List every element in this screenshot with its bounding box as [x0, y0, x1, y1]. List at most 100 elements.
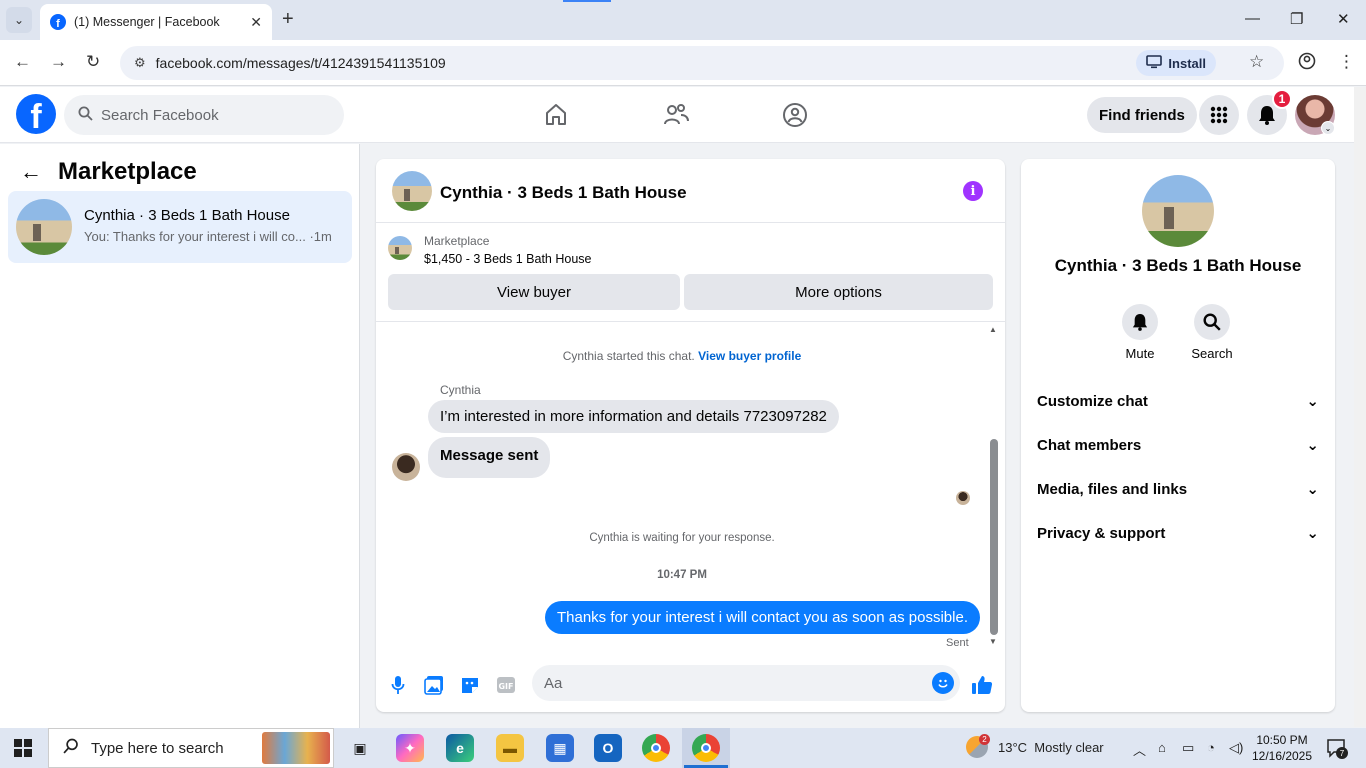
close-window-icon[interactable]: ✕: [1337, 10, 1350, 28]
search-in-conversation-button[interactable]: Search: [1182, 304, 1242, 361]
more-options-button[interactable]: More options: [684, 274, 993, 310]
incoming-message-bubble[interactable]: Message sent: [428, 437, 551, 478]
facebook-logo-icon[interactable]: f: [16, 94, 56, 134]
view-buyer-profile-link[interactable]: View buyer profile: [698, 349, 801, 363]
message-input[interactable]: Aa: [532, 665, 960, 701]
sticker-icon[interactable]: [458, 673, 482, 697]
search-label: Search: [1191, 346, 1233, 361]
sender-avatar[interactable]: [392, 453, 420, 481]
view-buyer-button[interactable]: View buyer: [388, 274, 680, 310]
seen-receipt-avatar: [956, 491, 970, 505]
groups-icon[interactable]: [781, 101, 809, 129]
listing-price-title: $1,450 - 3 Beds 1 Bath House: [424, 252, 592, 266]
menu-grid-icon[interactable]: [1199, 95, 1239, 135]
outlook-icon[interactable]: O: [594, 734, 622, 762]
volume-icon[interactable]: ◁): [1229, 740, 1243, 756]
minimize-window-icon[interactable]: —: [1245, 10, 1260, 27]
incoming-message-bubble[interactable]: I’m interested in more information and d…: [428, 400, 839, 433]
customize-chat-section[interactable]: Customize chat ⌄: [1037, 386, 1319, 416]
file-explorer-icon[interactable]: ▬: [496, 734, 524, 762]
message-input-placeholder: Aa: [544, 674, 563, 692]
media-files-links-section[interactable]: Media, files and links ⌄: [1037, 474, 1319, 504]
edge-browser-icon[interactable]: e: [446, 734, 474, 762]
svg-text:GIF: GIF: [498, 682, 513, 691]
chevron-down-icon[interactable]: ⌄: [1321, 121, 1335, 135]
listing-thumbnail: [16, 199, 72, 255]
outgoing-message-bubble[interactable]: Thanks for your interest i will contact …: [544, 601, 980, 634]
battery-icon[interactable]: ▭: [1182, 740, 1194, 756]
thumbs-up-icon[interactable]: [970, 673, 994, 697]
system-clock[interactable]: 10:50 PM 12/16/2025: [1250, 732, 1314, 764]
chat-started-notice: Cynthia started this chat. View buyer pr…: [376, 349, 988, 363]
facebook-search-input[interactable]: Search Facebook: [64, 95, 344, 135]
back-arrow-icon[interactable]: ←: [20, 159, 42, 185]
chat-listing-thumbnail[interactable]: [392, 171, 432, 211]
search-icon: [1194, 304, 1230, 340]
windows-start-icon[interactable]: [14, 739, 32, 757]
browser-tab-messenger[interactable]: f (1) Messenger | Facebook ✕: [40, 4, 272, 40]
friends-icon[interactable]: [662, 101, 690, 129]
find-friends-button[interactable]: Find friends: [1087, 97, 1197, 133]
forward-arrow-icon[interactable]: →: [50, 52, 67, 72]
info-icon[interactable]: i: [963, 181, 983, 201]
taskbar-search-placeholder: Type here to search: [91, 739, 224, 757]
photo-gallery-icon[interactable]: [422, 673, 446, 697]
emoji-icon[interactable]: [932, 672, 954, 694]
sidebar-title: Marketplace: [58, 158, 197, 185]
notification-center-icon[interactable]: 7: [1326, 738, 1348, 759]
chevron-up-icon[interactable]: ︿: [1133, 740, 1146, 759]
address-bar[interactable]: ⚙ facebook.com/messages/t/41243915411351…: [120, 46, 1284, 80]
marketplace-listing-card: Marketplace $1,450 - 3 Beds 1 Bath House…: [376, 224, 1005, 322]
sender-name: Cynthia: [440, 383, 481, 397]
restore-window-icon[interactable]: ❐: [1290, 10, 1303, 28]
clock-date: 12/16/2025: [1251, 749, 1313, 763]
page-scrollbar[interactable]: [1354, 87, 1366, 727]
message-thread: Cynthia started this chat. View buyer pr…: [376, 323, 1005, 653]
conversation-list-item[interactable]: Cynthia · 3 Beds 1 Bath House You: Thank…: [8, 191, 352, 263]
chrome-profile-icon[interactable]: [692, 734, 720, 762]
notification-badge: 1: [1272, 89, 1292, 109]
weather-condition: Mostly clear: [1034, 740, 1104, 755]
browser-menu-icon[interactable]: ⋮: [1338, 52, 1355, 72]
chat-scrollbar[interactable]: ▲ ▼: [988, 325, 1002, 651]
chevron-down-icon: ⌄: [1306, 481, 1319, 498]
reload-icon[interactable]: ↻: [86, 52, 100, 72]
scroll-down-arrow-icon[interactable]: ▼: [989, 637, 997, 646]
tab-search-button[interactable]: ⌄: [6, 7, 32, 33]
chat-title[interactable]: Cynthia · 3 Beds 1 Bath House: [440, 183, 687, 203]
listing-large-thumbnail[interactable]: [1142, 175, 1214, 247]
chat-panel: Cynthia · 3 Beds 1 Bath House i Marketpl…: [376, 159, 1005, 712]
chat-scrollbar-thumb[interactable]: [990, 439, 998, 635]
microphone-icon[interactable]: [386, 673, 410, 697]
home-icon[interactable]: [542, 101, 570, 129]
facebook-favicon-icon: f: [50, 14, 66, 30]
meet-now-icon[interactable]: ⌂: [1158, 740, 1166, 755]
section-label: Media, files and links: [1037, 480, 1188, 498]
profile-account-icon[interactable]: [1298, 52, 1316, 75]
chat-header: Cynthia · 3 Beds 1 Bath House i: [376, 159, 1005, 223]
gif-icon[interactable]: GIF: [494, 673, 518, 697]
close-tab-icon[interactable]: ✕: [250, 14, 262, 31]
install-app-button[interactable]: Install: [1136, 50, 1216, 76]
section-label: Customize chat: [1037, 392, 1148, 410]
bookmark-star-icon[interactable]: ☆: [1249, 52, 1264, 72]
mute-button[interactable]: Mute: [1110, 304, 1170, 361]
site-settings-icon[interactable]: ⚙: [134, 55, 146, 71]
chrome-icon[interactable]: [642, 734, 670, 762]
search-highlight-image[interactable]: [262, 732, 330, 764]
marketplace-sidebar: ← Marketplace Cynthia · 3 Beds 1 Bath Ho…: [0, 144, 360, 728]
copilot-icon[interactable]: ✦: [396, 734, 424, 762]
new-tab-button[interactable]: +: [282, 8, 294, 30]
weather-widget[interactable]: 13°C Mostly clear: [998, 740, 1104, 755]
search-icon: [78, 106, 93, 125]
section-label: Privacy & support: [1037, 524, 1166, 542]
wifi-icon[interactable]: ◔: [1207, 740, 1215, 755]
search-placeholder: Search Facebook: [101, 106, 219, 124]
chat-members-section[interactable]: Chat members ⌄: [1037, 430, 1319, 460]
back-arrow-icon[interactable]: ←: [14, 52, 31, 72]
task-view-icon[interactable]: ▣: [346, 734, 374, 762]
privacy-support-section[interactable]: Privacy & support ⌄: [1037, 518, 1319, 548]
microsoft-store-icon[interactable]: ▦: [546, 734, 574, 762]
scroll-up-arrow-icon[interactable]: ▲: [989, 325, 997, 334]
temperature: 13°C: [998, 740, 1028, 755]
